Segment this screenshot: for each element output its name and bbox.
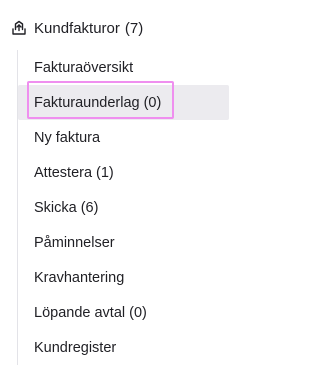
submenu-item-count: (6) <box>80 199 99 216</box>
submenu-item-label: Skicka <box>34 199 77 216</box>
submenu-item-count: (0) <box>129 304 147 321</box>
submenu-item-label: Ny faktura <box>34 129 101 146</box>
section-count-badge: (7) <box>124 19 144 37</box>
submenu-item-skicka[interactable]: Skicka (6) <box>18 190 229 225</box>
submenu-item-kundregister[interactable]: Kundregister <box>18 330 229 365</box>
submenu-item-kravhantering[interactable]: Kravhantering <box>18 260 229 295</box>
submenu-item-ny-faktura[interactable]: Ny faktura <box>18 120 229 155</box>
submenu-item-label: Påminnelser <box>34 234 115 251</box>
submenu-item-label: Fakturaunderlag <box>34 94 140 111</box>
submenu-item-label: Attestera <box>34 164 93 181</box>
submenu-item-fakturaunderlag[interactable]: Fakturaunderlag (0) <box>18 85 229 120</box>
submenu-item-count: (1) <box>96 164 114 181</box>
submenu-item-label: Kravhantering <box>34 269 125 286</box>
submenu-item-attestera[interactable]: Attestera (1) <box>18 155 229 190</box>
submenu-item-lopande-avtal[interactable]: Löpande avtal (0) <box>18 295 229 330</box>
submenu-item-count: (0) <box>143 94 162 111</box>
submenu-list: Fakturaöversikt Fakturaunderlag (0) Ny f… <box>18 50 229 365</box>
submenu-item-paminnelser[interactable]: Påminnelser <box>18 225 229 260</box>
submenu-item-label: Kundregister <box>34 339 117 356</box>
section-header-kundfakturor[interactable]: Kundfakturor (7) <box>11 14 143 42</box>
submenu-item-label: Löpande avtal <box>34 304 126 321</box>
section-title: Kundfakturor <box>34 19 120 37</box>
submenu-item-label: Fakturaöversikt <box>34 59 134 76</box>
invoice-upload-icon <box>11 20 27 36</box>
submenu-item-fakturaoversikt[interactable]: Fakturaöversikt <box>18 50 229 85</box>
